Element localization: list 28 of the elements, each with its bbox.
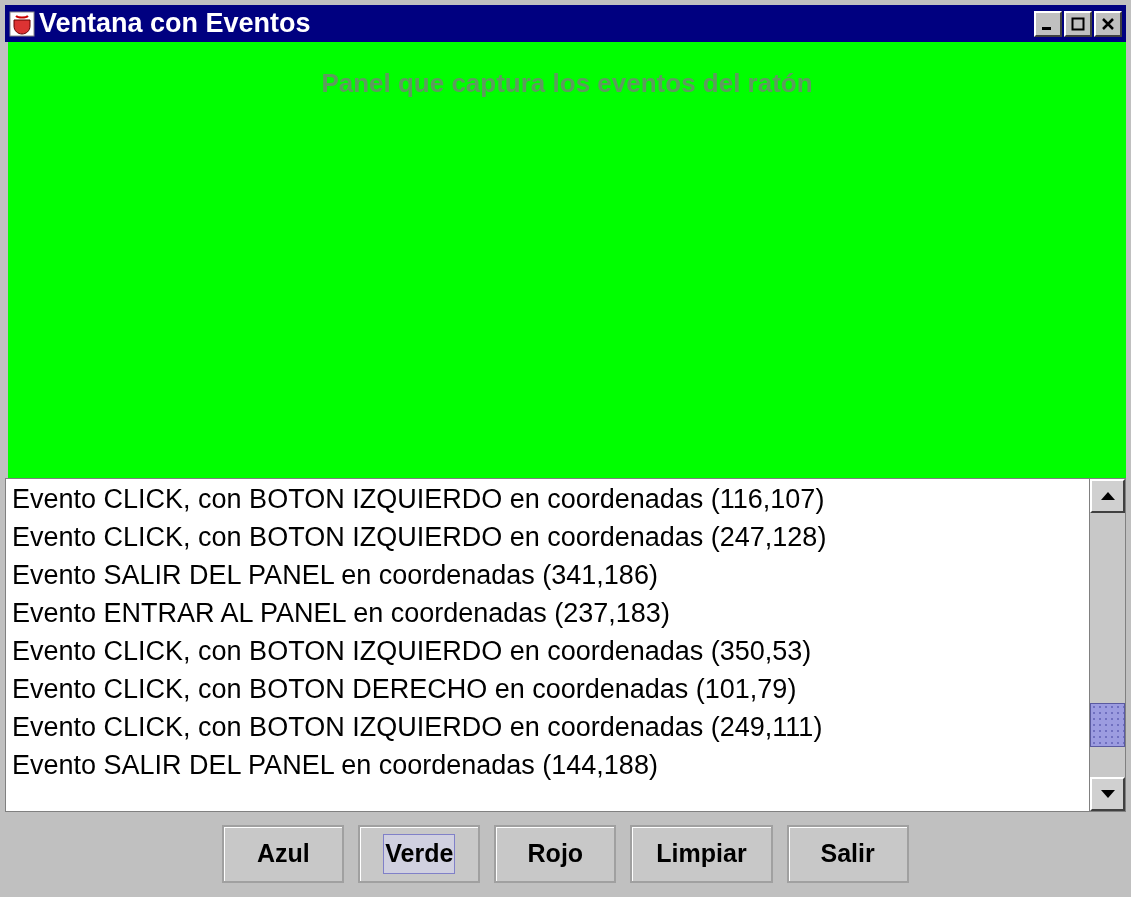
close-button[interactable] (1094, 10, 1122, 37)
minimize-button[interactable] (1034, 10, 1062, 37)
event-entry: Evento ENTRAR AL PANEL en coordenadas (237,183) (12, 597, 670, 630)
action-button[interactable]: Azul (222, 825, 345, 883)
maximize-button[interactable] (1064, 10, 1092, 37)
app-icon (9, 10, 35, 37)
scroll-down-button[interactable] (1090, 777, 1125, 811)
event-entry: Evento CLICK, con BOTON IZQUIERDO en coordenadas (247,128) (12, 521, 827, 554)
down-arrow-icon (1100, 790, 1115, 798)
event-entry: Evento CLICK, con BOTON IZQUIERDO en coordenadas (116,107) (12, 483, 825, 516)
window-title: Ventana con Eventos (39, 7, 312, 41)
panel-label: Panel que captura los eventos del ratón (321, 67, 813, 100)
minimize-icon (1042, 27, 1051, 30)
up-arrow-icon (1100, 492, 1115, 500)
event-entry: Evento CLICK, con BOTON DERECHO en coordenadas (101,79) (12, 673, 797, 706)
maximize-icon (1071, 16, 1085, 31)
action-button[interactable]: Salir (786, 825, 909, 883)
scroll-thumb[interactable] (1090, 703, 1125, 747)
close-icon (1101, 16, 1115, 31)
event-entry: Evento CLICK, con BOTON IZQUIERDO en coordenadas (350,53) (12, 635, 812, 668)
event-entry: Evento SALIR DEL PANEL en coordenadas (341,186) (12, 559, 658, 592)
action-button[interactable]: Limpiar (630, 825, 773, 883)
event-entry: Evento CLICK, con BOTON IZQUIERDO en coordenadas (249,111) (12, 711, 823, 744)
scrollbar[interactable] (1089, 479, 1125, 811)
action-button[interactable]: Verde (358, 825, 481, 883)
scroll-up-button[interactable] (1090, 479, 1125, 513)
event-entry: Evento SALIR DEL PANEL en coordenadas (144,188) (12, 749, 658, 782)
action-button[interactable]: Rojo (494, 825, 617, 883)
